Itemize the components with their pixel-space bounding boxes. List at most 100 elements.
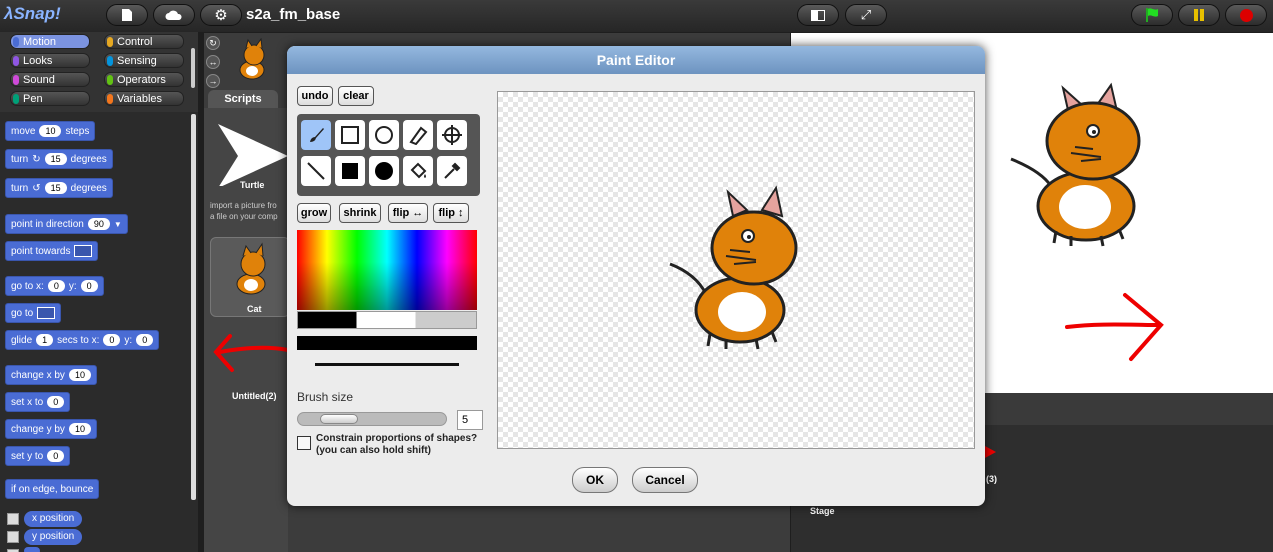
glide-y-slot[interactable]: 0 <box>136 334 154 346</box>
tool-line[interactable] <box>301 156 331 186</box>
category-control[interactable]: Control <box>104 34 184 49</box>
stage-icon-label[interactable]: Stage <box>810 506 835 516</box>
x-position-reporter[interactable]: x position <box>24 511 83 527</box>
direction-reporter[interactable] <box>24 547 40 552</box>
change-y-slot[interactable]: 10 <box>68 423 91 435</box>
pause-button[interactable] <box>1178 4 1220 26</box>
category-variables[interactable]: Variables <box>104 91 184 106</box>
flip-vertical-button[interactable]: flip ↕ <box>433 203 469 223</box>
if-on-edge-bounce-block[interactable]: if on edge, bounce <box>5 479 100 499</box>
snap-logo[interactable]: λSnap! <box>4 4 61 24</box>
flip-horizontal-button[interactable]: flip ↔ <box>388 203 428 223</box>
stage-cat-sprite[interactable] <box>1001 81 1151 251</box>
brush-size-slider[interactable] <box>297 412 447 426</box>
set-x-slot[interactable]: 0 <box>47 396 65 408</box>
tool-filled-ellipse[interactable] <box>369 156 399 186</box>
stop-button[interactable] <box>1225 4 1267 26</box>
tab-scripts[interactable]: Scripts <box>208 90 278 108</box>
tool-rotation-center[interactable] <box>437 120 467 150</box>
category-operators[interactable]: Operators <box>104 72 184 87</box>
point-in-direction-block[interactable]: point in direction 90 ▼ <box>5 214 128 234</box>
category-pen[interactable]: Pen <box>10 91 90 106</box>
brush-size-input[interactable]: 5 <box>457 410 483 430</box>
paint-editor-title[interactable]: Paint Editor <box>287 46 985 74</box>
tool-ellipse[interactable] <box>369 120 399 150</box>
tool-eyedropper[interactable] <box>437 156 467 186</box>
set-y-slot[interactable]: 0 <box>47 450 65 462</box>
x-position-watcher-checkbox[interactable] <box>7 513 19 525</box>
category-scrollbar[interactable] <box>191 48 195 88</box>
turn-counterclockwise-block[interactable]: turn ↺ 15 degrees <box>5 178 113 198</box>
change-x-block[interactable]: change x by 10 <box>5 365 97 385</box>
glide-x-slot[interactable]: 0 <box>103 334 121 346</box>
tool-filled-rectangle[interactable] <box>335 156 365 186</box>
rotation-style-none-button[interactable]: → <box>206 74 220 88</box>
stage-size-button[interactable] <box>797 4 839 26</box>
cloud-menu-button[interactable] <box>153 4 195 26</box>
turn-clockwise-block[interactable]: turn ↻ 15 degrees <box>5 149 113 169</box>
move-steps-slot[interactable]: 10 <box>39 125 62 137</box>
untitled-costume-label: Untitled(2) <box>232 391 277 401</box>
category-sensing[interactable]: Sensing <box>104 53 184 68</box>
brush-size-slider-handle[interactable] <box>320 414 358 424</box>
rotate-counterclockwise-icon: ↺ <box>32 182 41 194</box>
goto-x-slot[interactable]: 0 <box>47 280 65 292</box>
palette-scrollbar[interactable] <box>191 114 196 500</box>
go-to-dropdown[interactable] <box>37 307 56 319</box>
rectangle-filled-icon <box>342 163 358 179</box>
turn-cw-degrees-slot[interactable]: 15 <box>44 153 67 165</box>
rotate-icon: ↻ <box>209 38 217 48</box>
shrink-button[interactable]: shrink <box>339 203 381 223</box>
tool-brush[interactable] <box>301 120 331 150</box>
y-position-reporter[interactable]: y position <box>24 529 83 545</box>
grow-button[interactable]: grow <box>297 203 331 223</box>
brush-preview-line <box>315 363 459 366</box>
change-x-slot[interactable]: 10 <box>68 369 91 381</box>
change-y-block[interactable]: change y by 10 <box>5 419 97 439</box>
rotation-style-leftright-button[interactable]: ↔ <box>206 55 220 69</box>
rotation-style-rotate-button[interactable]: ↻ <box>206 36 220 50</box>
glide-block[interactable]: glide 1 secs to x: 0 y: 0 <box>5 330 160 350</box>
gear-icon: ⚙ <box>214 7 228 24</box>
category-sound[interactable]: Sound <box>10 72 90 87</box>
turtle-costume-label: Turtle <box>240 180 265 190</box>
green-flag-button[interactable] <box>1131 4 1173 26</box>
turtle-costume-icon[interactable] <box>214 116 288 186</box>
green-flag-icon <box>1146 8 1158 22</box>
move-block[interactable]: move 10 steps <box>5 121 96 141</box>
cancel-button[interactable]: Cancel <box>632 467 698 493</box>
point-towards-block[interactable]: point towards <box>5 241 99 261</box>
set-x-block[interactable]: set x to 0 <box>5 392 71 412</box>
clear-button[interactable]: clear <box>338 86 374 106</box>
presentation-mode-button[interactable]: ⤢ <box>845 4 887 26</box>
operators-color-icon <box>107 75 113 85</box>
cat-costume-tile[interactable]: Cat <box>210 237 290 317</box>
color-picker-palette[interactable] <box>297 230 477 310</box>
glide-secs-slot[interactable]: 1 <box>36 334 54 346</box>
paint-canvas[interactable] <box>497 91 975 449</box>
tool-eraser[interactable] <box>403 120 433 150</box>
y-position-watcher-checkbox[interactable] <box>7 531 19 543</box>
pen-color-icon <box>13 94 19 104</box>
file-menu-button[interactable] <box>106 4 148 26</box>
grayscale-picker[interactable] <box>297 311 477 329</box>
category-looks[interactable]: Looks <box>10 53 90 68</box>
expand-icon: ⤢ <box>860 7 872 22</box>
constrain-proportions-checkbox[interactable] <box>297 436 311 450</box>
goto-y-slot[interactable]: 0 <box>80 280 98 292</box>
category-motion[interactable]: Motion <box>10 34 90 49</box>
red-arrowhead-icon <box>985 446 996 458</box>
tool-paint-bucket[interactable] <box>403 156 433 186</box>
undo-button[interactable]: undo <box>297 86 333 106</box>
tool-rectangle[interactable] <box>335 120 365 150</box>
ok-button[interactable]: OK <box>572 467 618 493</box>
settings-button[interactable]: ⚙ <box>200 4 242 26</box>
set-y-block[interactable]: set y to 0 <box>5 446 71 466</box>
eyedropper-icon <box>444 162 461 179</box>
go-to-xy-block[interactable]: go to x: 0 y: 0 <box>5 276 104 296</box>
direction-slot[interactable]: 90 <box>87 218 110 230</box>
point-towards-dropdown[interactable] <box>74 245 93 257</box>
turn-ccw-degrees-slot[interactable]: 15 <box>44 182 67 194</box>
cat-costume-icon <box>236 242 266 295</box>
go-to-block[interactable]: go to <box>5 303 62 323</box>
